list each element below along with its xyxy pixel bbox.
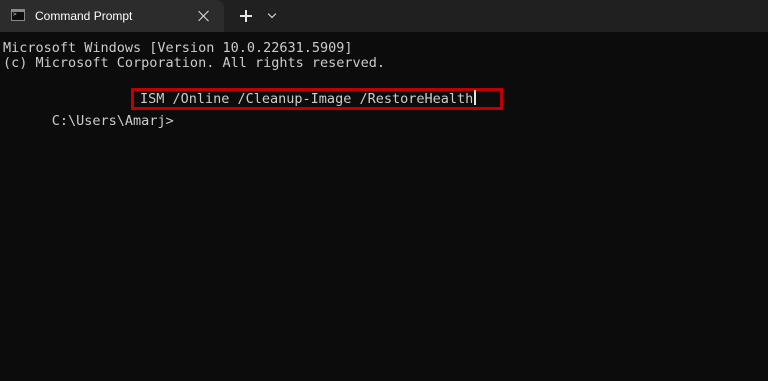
close-icon[interactable] <box>196 8 212 24</box>
command-input[interactable]: ISM /Online /Cleanup-Image /RestoreHealt… <box>140 88 476 110</box>
plus-icon[interactable] <box>237 7 255 25</box>
prompt-path: C:\Users\Amarj> <box>51 113 174 129</box>
title-bar: Command Prompt <box>0 0 768 32</box>
console-area[interactable]: Microsoft Windows [Version 10.0.22631.59… <box>0 32 768 381</box>
chevron-down-icon[interactable] <box>265 8 281 24</box>
console-line-copyright: (c) Microsoft Corporation. All rights re… <box>3 55 386 71</box>
tab-command-prompt[interactable]: Command Prompt <box>0 0 224 32</box>
terminal-icon <box>11 9 25 21</box>
command-text: ISM /Online /Cleanup-Image /RestoreHealt… <box>140 91 474 107</box>
text-cursor <box>474 90 476 105</box>
terminal-window: Command Prompt Microsoft Windows [Versio… <box>0 0 768 381</box>
tab-title: Command Prompt <box>35 9 133 23</box>
